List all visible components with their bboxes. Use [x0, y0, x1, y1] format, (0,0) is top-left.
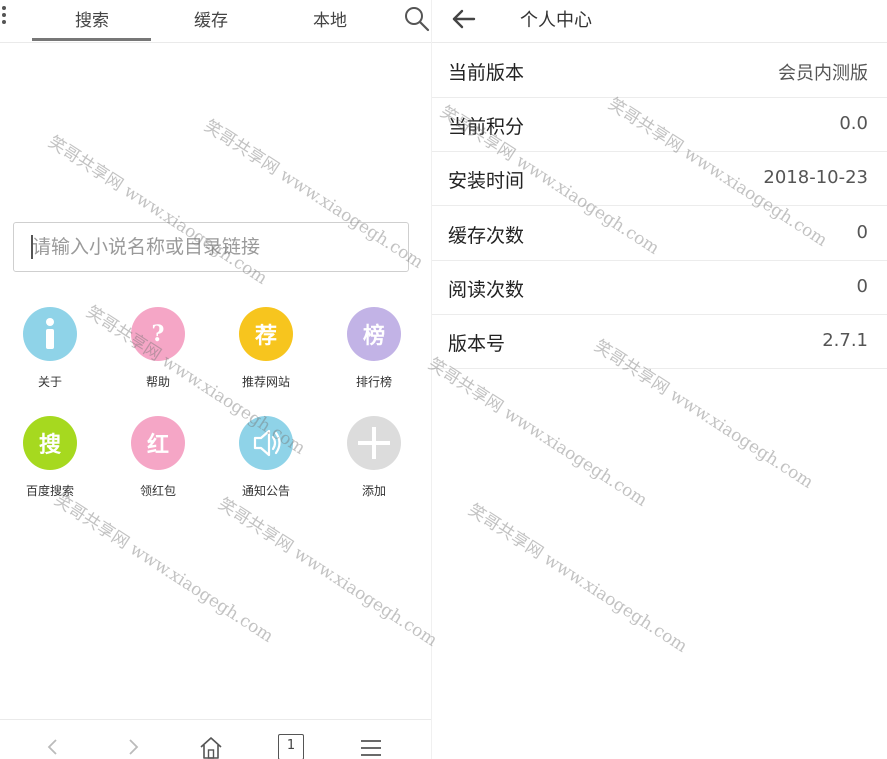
info-row-value: 0: [856, 276, 868, 297]
home-icon[interactable]: [198, 734, 224, 759]
info-row-key: 当前积分: [448, 116, 525, 138]
info-row-key: 安装时间: [448, 170, 525, 192]
back-arrow-icon[interactable]: [40, 734, 66, 759]
search-icon[interactable]: [402, 4, 430, 32]
info-row-key: 版本号: [448, 333, 506, 355]
grid-item-about[interactable]: 关于: [0, 307, 100, 397]
info-row-value: 2.7.1: [822, 330, 868, 351]
grid-item-recommend-sites[interactable]: 荐 推荐网站: [216, 307, 316, 397]
info-row-current-points: 当前积分 0.0: [432, 98, 887, 152]
info-row-version-number: 版本号 2.7.1: [432, 315, 887, 369]
novel-search-field[interactable]: [13, 222, 409, 272]
grid-item-add[interactable]: 添加: [324, 416, 424, 506]
active-tab-indicator: [32, 38, 151, 41]
page-count-icon[interactable]: 1: [278, 734, 304, 759]
text-caret: [31, 235, 33, 259]
ranking-icon: 榜: [347, 307, 401, 361]
menu-icon[interactable]: [358, 734, 384, 759]
grid-item-label: 关于: [37, 375, 62, 389]
grid-item-label: 帮助: [145, 375, 170, 389]
grid-item-announcements[interactable]: 通知公告: [216, 416, 316, 506]
info-row-value: 2018-10-23: [763, 167, 868, 188]
novel-search-input[interactable]: [14, 223, 408, 271]
grid-item-label: 推荐网站: [241, 375, 290, 389]
grid-item-ranking[interactable]: 榜 排行榜: [324, 307, 424, 397]
grid-item-help[interactable]: ? 帮助: [108, 307, 208, 397]
question-icon: ?: [131, 307, 185, 361]
tab-cache[interactable]: 缓存: [151, 6, 271, 31]
page-title: 个人中心: [520, 10, 592, 31]
grid-item-label: 领红包: [139, 484, 176, 498]
info-row-key: 阅读次数: [448, 279, 525, 301]
grid-item-label: 添加: [361, 484, 386, 498]
info-row-key: 当前版本: [448, 62, 525, 84]
personal-center-panel: 个人中心 当前版本 会员内测版 当前积分 0.0 安装时间 2018-10-23…: [432, 0, 887, 759]
info-row-key: 缓存次数: [448, 225, 525, 247]
more-menu-icon[interactable]: [2, 6, 10, 28]
forward-arrow-icon[interactable]: [120, 734, 146, 759]
red-envelope-icon: 红: [131, 416, 185, 470]
baidu-search-icon: 搜: [23, 416, 77, 470]
grid-item-label: 排行榜: [355, 375, 392, 389]
personal-center-header: 个人中心: [432, 0, 887, 43]
tab-local[interactable]: 本地: [270, 6, 390, 31]
tab-search[interactable]: 搜索: [32, 6, 152, 31]
top-tab-bar: 搜索 缓存 本地: [0, 0, 431, 43]
plus-icon: [347, 416, 401, 470]
info-row-read-count: 阅读次数 0: [432, 261, 887, 315]
grid-item-label: 通知公告: [241, 484, 290, 498]
grid-item-label: 百度搜索: [25, 484, 74, 498]
info-row-install-time: 安装时间 2018-10-23: [432, 152, 887, 206]
speaker-icon: [239, 416, 293, 470]
info-row-current-version: 当前版本 会员内测版: [432, 44, 887, 98]
info-row-value: 0.0: [839, 113, 868, 134]
info-icon: [23, 307, 77, 361]
grid-item-red-envelope[interactable]: 红 领红包: [108, 416, 208, 506]
bottom-toolbar: 1: [0, 719, 431, 759]
recommend-icon: 荐: [239, 307, 293, 361]
info-row-cache-count: 缓存次数 0: [432, 207, 887, 261]
back-arrow-icon[interactable]: [450, 4, 478, 32]
grid-item-baidu-search[interactable]: 搜 百度搜索: [0, 416, 100, 506]
info-row-value: 0: [856, 222, 868, 243]
info-row-value: 会员内测版: [778, 63, 868, 84]
browser-home-panel: 搜索 缓存 本地 关于 ? 帮助 荐 推荐网站 榜 排行榜 搜 百度搜索 红 领…: [0, 0, 432, 759]
